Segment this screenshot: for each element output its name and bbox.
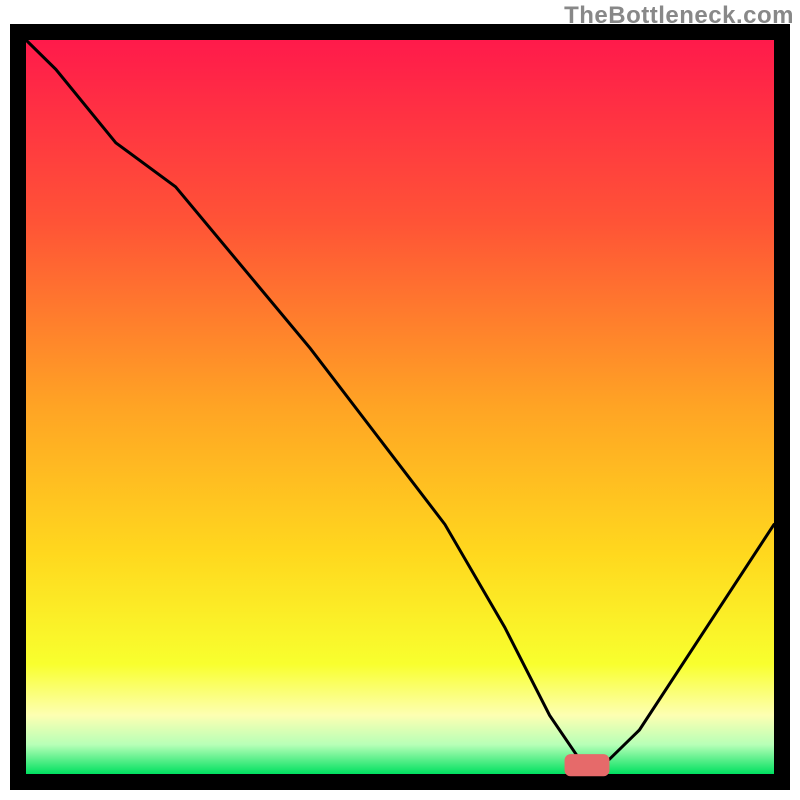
bottleneck-chart [0, 0, 800, 800]
watermark-text: TheBottleneck.com [564, 2, 794, 30]
optimal-marker [565, 754, 610, 776]
chart-container: TheBottleneck.com [0, 0, 800, 800]
chart-background [26, 40, 774, 774]
